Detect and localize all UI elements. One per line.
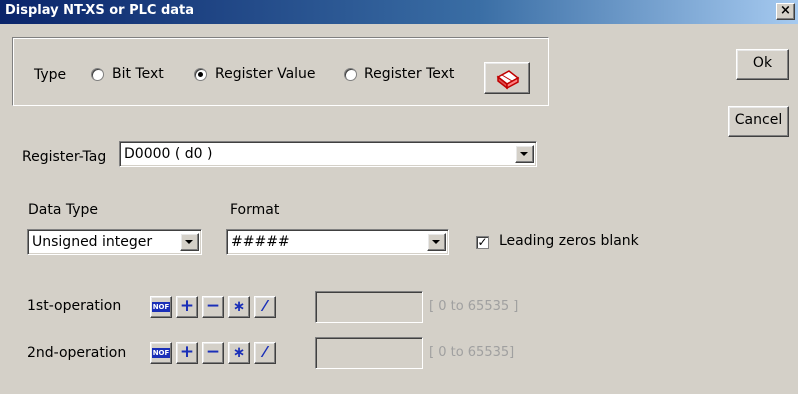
title-bar: Display NT-XS or PLC data × <box>0 0 798 24</box>
op-multiply-button-2[interactable]: ∗ <box>228 342 250 364</box>
second-operation-range: [ 0 to 65535] <box>429 345 515 360</box>
data-type-value: Unsigned integer <box>32 234 153 250</box>
register-tag-combo[interactable]: D0000 ( d0 ) <box>119 141 537 167</box>
eraser-button[interactable] <box>484 62 530 94</box>
second-operation-label: 2nd-operation <box>27 345 127 361</box>
op-multiply-button-1[interactable]: ∗ <box>228 296 250 318</box>
op-plus-button-1[interactable]: + <box>176 296 198 318</box>
cancel-button[interactable]: Cancel <box>728 106 789 137</box>
op-minus-button-2[interactable]: − <box>202 342 224 364</box>
op-divide-button-2[interactable]: ⁄ <box>254 342 276 364</box>
op-divide-button-1[interactable]: ⁄ <box>254 296 276 318</box>
format-value: ##### <box>231 234 290 250</box>
data-type-label: Data Type <box>28 202 99 218</box>
op-nof-button-1[interactable]: NOF <box>150 296 172 318</box>
radio-register-value-label[interactable]: Register Value <box>215 66 316 82</box>
chevron-down-icon[interactable] <box>427 233 446 251</box>
register-tag-value: D0000 ( d0 ) <box>124 146 213 162</box>
op-minus-button-1[interactable]: − <box>202 296 224 318</box>
first-operation-label: 1st-operation <box>27 298 122 314</box>
type-label: Type <box>34 67 67 83</box>
second-operation-input[interactable] <box>315 337 423 369</box>
radio-register-text[interactable] <box>344 68 357 81</box>
first-operation-input[interactable] <box>315 291 423 323</box>
radio-register-text-label[interactable]: Register Text <box>364 66 454 82</box>
chevron-down-icon[interactable] <box>515 145 534 163</box>
nof-icon: NOF <box>151 348 171 358</box>
op-plus-button-2[interactable]: + <box>176 342 198 364</box>
first-operation-range: [ 0 to 65535 ] <box>429 299 519 314</box>
op-nof-button-2[interactable]: NOF <box>150 342 172 364</box>
eraser-icon <box>496 70 520 90</box>
window-title: Display NT-XS or PLC data <box>5 3 195 18</box>
leading-zeros-checkbox[interactable]: ✓ <box>476 236 489 249</box>
format-label: Format <box>230 202 280 218</box>
ok-button[interactable]: Ok <box>736 49 789 80</box>
leading-zeros-label[interactable]: Leading zeros blank <box>499 233 639 249</box>
data-type-combo[interactable]: Unsigned integer <box>27 229 202 255</box>
format-combo[interactable]: ##### <box>226 229 449 255</box>
radio-register-value[interactable] <box>194 68 207 81</box>
radio-bit-text-label[interactable]: Bit Text <box>112 66 164 82</box>
radio-bit-text[interactable] <box>91 68 104 81</box>
chevron-down-icon[interactable] <box>180 233 199 251</box>
close-button[interactable]: × <box>776 3 795 20</box>
register-tag-label: Register-Tag <box>22 149 107 165</box>
nof-icon: NOF <box>151 302 171 312</box>
